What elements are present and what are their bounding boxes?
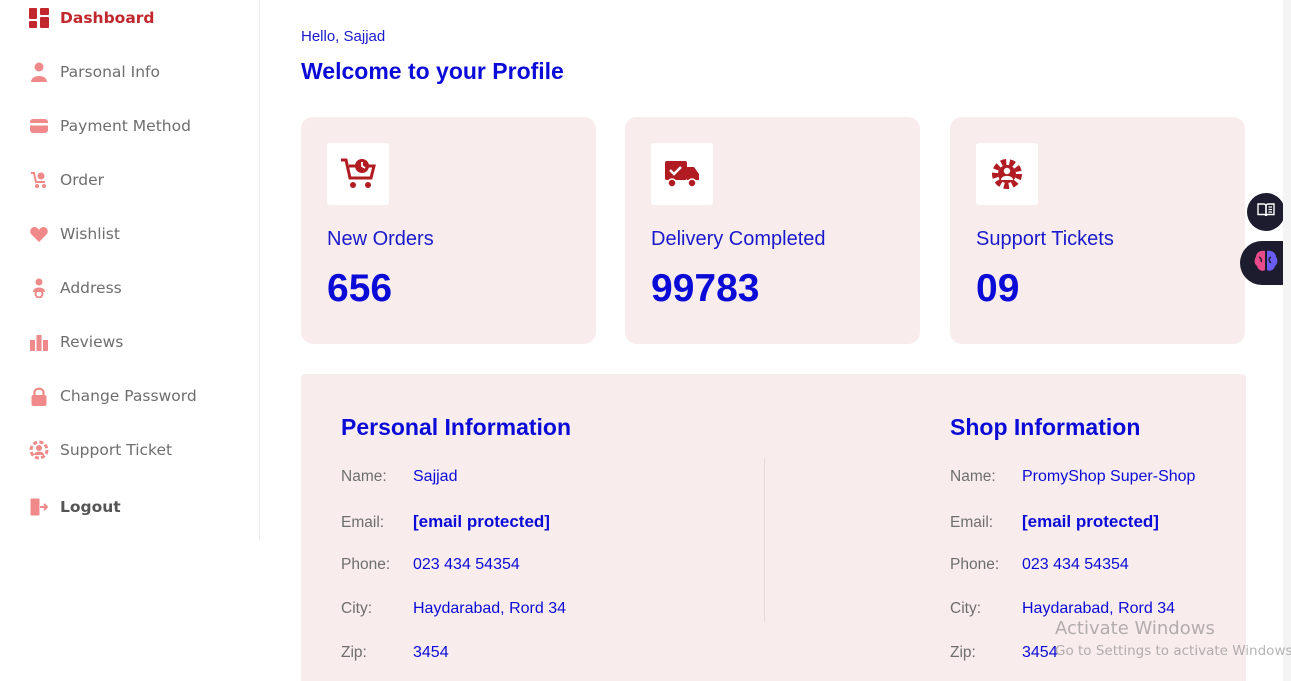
stat-title: Delivery Completed — [651, 228, 826, 250]
activate-windows-watermark: Activate Windows Go to Settings to activ… — [1055, 618, 1291, 659]
shop-info-title: Shop Information — [950, 414, 1141, 440]
brain-icon — [1253, 249, 1279, 278]
sidebar-item-wishlist[interactable]: Wishlist — [28, 219, 120, 249]
sidebar-item-reviews[interactable]: Reviews — [28, 327, 123, 357]
watermark-title: Activate Windows — [1055, 618, 1215, 639]
sidebar-item-label: Reviews — [60, 333, 124, 351]
sidebar-item-dashboard[interactable]: Dashboard — [28, 3, 155, 33]
card-icon — [28, 115, 50, 137]
sidebar-item-label: Logout — [60, 498, 121, 516]
logout-icon — [28, 496, 50, 518]
stat-value: 09 — [976, 267, 1020, 310]
sidebar-item-support-ticket[interactable]: Support Ticket — [28, 435, 172, 465]
field-value: Haydarabad, Rord 34 — [1022, 600, 1175, 617]
page-title: Welcome to your Profile — [301, 58, 564, 84]
sidebar-item-label: Change Password — [60, 387, 197, 405]
shop-email-row: Email: [email protected] — [950, 512, 1159, 532]
shop-phone-row: Phone: 023 434 54354 — [950, 556, 1129, 574]
field-label: City: — [341, 600, 372, 617]
email-link[interactable]: [email protected] — [413, 512, 550, 532]
lock-icon — [28, 385, 50, 407]
sidebar-item-logout[interactable]: Logout — [28, 492, 121, 522]
support-icon — [28, 439, 50, 461]
scrollbar[interactable] — [1283, 0, 1291, 681]
shop-name-row: Name: PromyShop Super-Shop — [950, 468, 1195, 486]
section-divider — [764, 458, 765, 622]
field-label: Email: — [341, 514, 385, 531]
sidebar-item-personal-info[interactable]: Parsonal Info — [28, 57, 160, 87]
watermark-subtitle: Go to Settings to activate Windows. — [1055, 643, 1291, 659]
dashboard-icon — [28, 7, 50, 29]
book-icon — [1257, 202, 1275, 222]
shop-zip-row: Zip: 3454 — [950, 644, 1058, 662]
heart-icon — [28, 223, 50, 245]
field-value: 023 434 54354 — [413, 556, 520, 573]
stat-value: 99783 — [651, 267, 760, 310]
personal-info-title: Personal Information — [341, 414, 572, 440]
personal-phone-row: Phone: 023 434 54354 — [341, 556, 520, 574]
sidebar-item-label: Payment Method — [60, 117, 191, 135]
delivery-truck-icon — [651, 143, 713, 205]
order-cart-icon — [28, 169, 50, 191]
field-value: Sajjad — [413, 468, 458, 485]
sidebar-item-address[interactable]: Address — [28, 273, 122, 303]
sidebar-item-label: Wishlist — [60, 225, 120, 243]
personal-email-row: Email: [email protected] — [341, 512, 550, 532]
stat-card-support-tickets[interactable]: Support Tickets 09 — [950, 117, 1245, 344]
stat-card-new-orders[interactable]: New Orders 656 — [301, 117, 596, 344]
field-label: Zip: — [341, 644, 367, 661]
support-gear-icon — [976, 143, 1038, 205]
sidebar-item-label: Order — [60, 171, 105, 189]
cart-clock-icon — [327, 143, 389, 205]
stat-title: Support Tickets — [976, 228, 1114, 250]
field-label: Email: — [950, 514, 994, 531]
field-value: 023 434 54354 — [1022, 556, 1129, 573]
stat-title: New Orders — [327, 228, 434, 250]
page: Dashboard Parsonal Info Payment Method O… — [0, 0, 1291, 681]
field-label: Name: — [341, 468, 387, 485]
stat-value: 656 — [327, 267, 393, 310]
reader-mode-button[interactable] — [1247, 193, 1285, 231]
stat-card-delivery-completed[interactable]: Delivery Completed 99783 — [625, 117, 920, 344]
field-label: Phone: — [341, 556, 391, 573]
field-value: 3454 — [1022, 644, 1058, 661]
field-label: City: — [950, 600, 981, 617]
review-icon — [28, 331, 50, 353]
personal-city-row: City: Haydarabad, Rord 34 — [341, 600, 566, 618]
field-label: Phone: — [950, 556, 1000, 573]
sidebar-item-label: Address — [60, 279, 122, 297]
field-value: Haydarabad, Rord 34 — [413, 600, 566, 617]
user-icon — [28, 61, 50, 83]
field-label: Zip: — [950, 644, 976, 661]
field-value: 3454 — [413, 644, 449, 661]
sidebar-item-label: Support Ticket — [60, 441, 173, 459]
sidebar-item-change-password[interactable]: Change Password — [28, 381, 197, 411]
location-person-icon — [28, 277, 50, 299]
shop-city-row: City: Haydarabad, Rord 34 — [950, 600, 1175, 618]
personal-zip-row: Zip: 3454 — [341, 644, 449, 662]
sidebar-item-label: Dashboard — [60, 9, 155, 27]
sidebar-item-label: Parsonal Info — [60, 63, 160, 81]
field-label: Name: — [950, 468, 996, 485]
sidebar: Dashboard Parsonal Info Payment Method O… — [0, 0, 260, 540]
sidebar-item-order[interactable]: Order — [28, 165, 104, 195]
field-value: PromyShop Super-Shop — [1022, 468, 1196, 485]
email-link[interactable]: [email protected] — [1022, 512, 1159, 532]
sidebar-item-payment-method[interactable]: Payment Method — [28, 111, 191, 141]
greeting-text: Hello, Sajjad — [301, 28, 386, 45]
personal-name-row: Name: Sajjad — [341, 468, 457, 486]
